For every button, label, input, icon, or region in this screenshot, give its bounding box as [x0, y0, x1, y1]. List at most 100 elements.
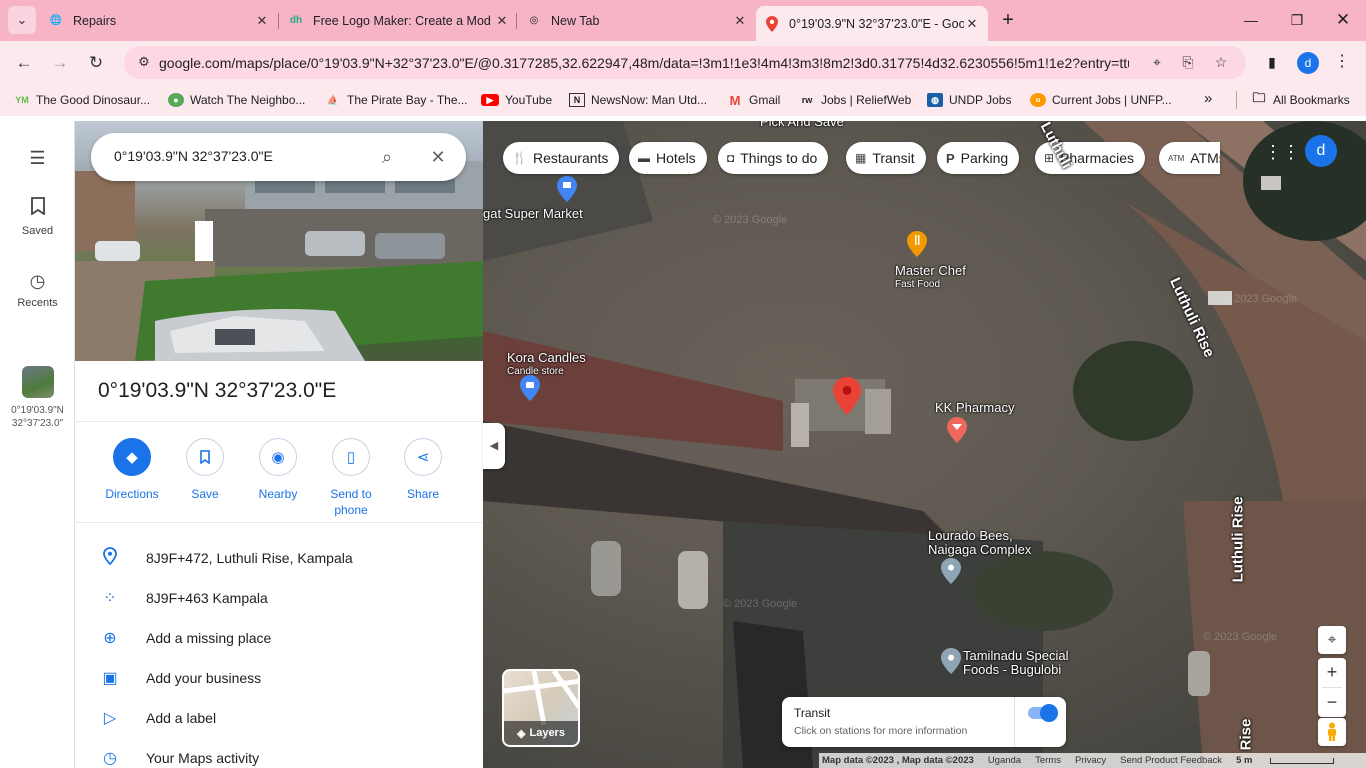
site-info-icon[interactable]: ⚙ — [135, 54, 153, 72]
bookmark-item[interactable]: rw Jobs | ReliefWeb — [799, 91, 912, 109]
map-canvas[interactable]: © 2023 Google © 2023 Google © 2023 Googl… — [483, 121, 1366, 768]
dropped-pin-icon[interactable] — [833, 377, 861, 415]
send-to-phone-button[interactable]: ▯ Send to phone — [316, 438, 386, 518]
poi-label[interactable]: KK Pharmacy — [935, 401, 1014, 415]
back-button[interactable]: ← — [11, 50, 37, 76]
tab-new-tab[interactable]: ◎ New Tab ✕ — [526, 6, 748, 35]
bookmark-item[interactable]: ● Watch The Neighbo... — [168, 91, 305, 109]
close-icon[interactable]: ✕ — [254, 13, 270, 29]
recent-place-thumbnail[interactable] — [22, 366, 54, 398]
bookmark-item[interactable]: ◍ UNDP Jobs — [927, 91, 1011, 109]
tab-maps[interactable]: 0°19'03.9"N 32°37'23.0"E - Goo ✕ — [756, 6, 988, 41]
place-photo[interactable]: 0°19'03.9"N 32°37'23.0"E ⌕ ✕ — [75, 121, 483, 361]
account-avatar[interactable]: d — [1305, 135, 1337, 167]
google-apps-icon[interactable]: ⋮⋮⋮ — [1264, 140, 1318, 164]
zoom-in-button[interactable]: + — [1318, 658, 1346, 687]
tab-logo-maker[interactable]: dh Free Logo Maker: Create a Mod ✕ — [288, 6, 510, 35]
add-business-row[interactable]: ▣ Add your business — [75, 658, 483, 698]
chevron-right-icon[interactable]: » — [1204, 90, 1212, 107]
privacy-link[interactable]: Privacy — [1075, 755, 1106, 766]
search-input[interactable]: 0°19'03.9"N 32°37'23.0"E — [114, 148, 273, 164]
terms-link[interactable]: Terms — [1035, 755, 1061, 766]
collapse-panel-button[interactable]: ◀ — [483, 423, 505, 469]
menu-icon[interactable]: ⋮ — [1334, 52, 1350, 72]
add-label-row[interactable]: ▷ Add a label — [75, 698, 483, 738]
nearby-button[interactable]: ◉ Nearby — [243, 438, 313, 502]
shopping-bag-icon[interactable] — [520, 375, 540, 401]
map-watermark: © 2023 Google — [1223, 293, 1298, 305]
feedback-link[interactable]: Send Product Feedback — [1120, 755, 1222, 766]
bookmark-star-icon[interactable]: ☆ — [1212, 54, 1230, 72]
chip-parking[interactable]: P Parking — [937, 142, 1020, 174]
chip-restaurants[interactable]: 🍴 Restaurants — [503, 142, 620, 174]
close-window-button[interactable]: ✕ — [1331, 8, 1355, 32]
poi-label[interactable]: Lourado Bees, Naigaga Complex — [928, 529, 1031, 557]
chip-atms[interactable]: ATM ATMs — [1159, 142, 1220, 174]
tab-title: Repairs — [73, 13, 117, 28]
poi-label[interactable]: Kora Candles Candle store — [507, 351, 586, 379]
bookmark-item[interactable]: u Current Jobs | UNFP... — [1030, 91, 1172, 109]
poi-label[interactable]: Master Chef Fast Food — [895, 264, 966, 292]
transit-toggle[interactable] — [1028, 704, 1058, 722]
search-box[interactable]: 0°19'03.9"N 32°37'23.0"E ⌕ ✕ — [91, 133, 466, 181]
poi-label[interactable]: Tamilnadu Special Foods - Bugulobi — [963, 649, 1069, 677]
restore-button[interactable]: ❐ — [1285, 8, 1309, 32]
chip-hotels[interactable]: ▬ Hotels — [629, 142, 707, 174]
recent-place-label[interactable]: 0°19'03.9"N 32°37'23.0" — [0, 404, 75, 430]
all-bookmarks[interactable]: 🗀 All Bookmarks — [1251, 90, 1349, 109]
minimize-button[interactable]: — — [1239, 8, 1263, 32]
search-icon[interactable]: ⌕ — [375, 145, 399, 169]
bookmark-item[interactable]: YM The Good Dinosaur... — [14, 91, 150, 109]
saved-button[interactable]: Saved — [0, 197, 75, 237]
forward-button[interactable]: → — [47, 50, 73, 76]
profile-avatar[interactable]: d — [1297, 52, 1319, 74]
plus-code-row[interactable]: ⁘ 8J9F+463 Kampala — [75, 578, 483, 618]
address-bar[interactable]: ⚙ google.com/maps/place/0°19'03.9"N+32°3… — [124, 46, 1246, 79]
maps-activity-row[interactable]: ◷ Your Maps activity — [75, 738, 483, 768]
bookmark-item[interactable]: M Gmail — [727, 91, 781, 109]
save-button[interactable]: Save — [170, 438, 240, 502]
pharmacy-pin-icon[interactable] — [947, 417, 967, 443]
maps-pin-icon — [764, 15, 780, 32]
install-app-icon[interactable]: ⎘ — [1179, 54, 1197, 72]
bookmark-item[interactable]: N NewsNow: Man Utd... — [569, 91, 707, 109]
add-missing-place-row[interactable]: ⊕ Add a missing place — [75, 618, 483, 658]
layers-button[interactable]: ◈ Layers — [502, 669, 580, 747]
location-icon[interactable]: ⌖ — [1148, 54, 1166, 72]
tab-search-button[interactable]: ⌄ — [8, 6, 36, 34]
bookmark-label: Watch The Neighbo... — [190, 93, 306, 107]
chip-transit[interactable]: ▦ Transit — [846, 142, 926, 174]
close-icon[interactable]: ✕ — [732, 13, 748, 29]
bookmark-item[interactable]: ⛵ The Pirate Bay - The... — [325, 91, 467, 109]
close-icon[interactable]: ✕ — [426, 145, 450, 169]
chip-things-to-do[interactable]: ◘ Things to do — [718, 142, 829, 174]
tab-repairs[interactable]: 🌐 Repairs ✕ — [48, 6, 270, 35]
plus-code-text: 8J9F+463 Kampala — [146, 590, 268, 606]
country-link[interactable]: Uganda — [988, 755, 1021, 766]
menu-button[interactable]: ☰ — [0, 146, 75, 174]
new-tab-button[interactable]: + — [997, 9, 1019, 31]
address-row[interactable]: 8J9F+472, Luthuli Rise, Kampala — [75, 538, 483, 578]
directions-button[interactable]: ◆ Directions — [97, 438, 167, 502]
bookmark-item[interactable]: ▶ YouTube — [481, 91, 552, 109]
my-location-button[interactable]: ⌖ — [1318, 626, 1346, 654]
action-label: Directions — [105, 487, 159, 501]
share-button[interactable]: ⋖ Share — [388, 438, 458, 502]
side-panel-icon[interactable]: ▮ — [1262, 52, 1282, 72]
place-pin-icon[interactable] — [941, 648, 961, 674]
pegman-button[interactable] — [1318, 718, 1346, 746]
restaurant-icon[interactable] — [907, 231, 927, 257]
zoom-out-button[interactable]: − — [1318, 688, 1346, 717]
close-icon[interactable]: ✕ — [494, 13, 510, 29]
poi-label[interactable]: Pick And Save — [760, 121, 844, 129]
scale-bar[interactable]: 5 m — [1236, 755, 1348, 766]
place-pin-icon[interactable] — [941, 558, 961, 584]
recents-button[interactable]: ◷ Recents — [0, 269, 75, 309]
url-text[interactable]: google.com/maps/place/0°19'03.9"N+32°37'… — [159, 55, 1129, 71]
divider — [1014, 697, 1015, 747]
reload-button[interactable]: ↻ — [83, 50, 109, 76]
add-label-text: Add a label — [146, 710, 217, 726]
close-icon[interactable]: ✕ — [964, 16, 980, 32]
poi-label[interactable]: gat Super Market — [483, 207, 583, 221]
shopping-cart-icon[interactable] — [557, 176, 577, 202]
